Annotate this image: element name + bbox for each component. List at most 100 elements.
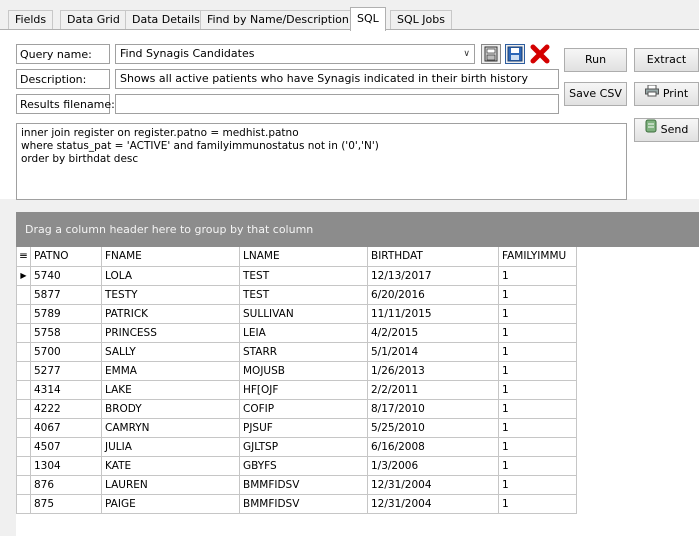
cell-birthdat[interactable]: 12/31/2004 (367, 493, 499, 514)
table-row[interactable]: 4314 LAKE HF[OJF 2/2/2011 1 (16, 379, 577, 400)
row-indicator[interactable] (16, 493, 31, 514)
cell-lname[interactable]: LEIA (239, 322, 368, 343)
cell-patno[interactable]: 4314 (30, 379, 102, 400)
cell-familyimmu[interactable]: 1 (498, 284, 577, 305)
table-row[interactable]: 5877 TESTY TEST 6/20/2016 1 (16, 284, 577, 305)
table-row[interactable]: 4067 CAMRYN PJSUF 5/25/2010 1 (16, 417, 577, 438)
query-name-combo[interactable]: Find Synagis Candidates ∨ (115, 44, 475, 64)
cell-patno[interactable]: 4507 (30, 436, 102, 457)
cell-familyimmu[interactable]: 1 (498, 436, 577, 457)
cell-familyimmu[interactable]: 1 (498, 265, 577, 286)
cell-familyimmu[interactable]: 1 (498, 493, 577, 514)
table-row[interactable]: 876 LAUREN BMMFIDSV 12/31/2004 1 (16, 474, 577, 495)
cell-fname[interactable]: JULIA (101, 436, 240, 457)
cell-birthdat[interactable]: 6/20/2016 (367, 284, 499, 305)
cell-familyimmu[interactable]: 1 (498, 341, 577, 362)
column-header-lname[interactable]: LNAME (239, 247, 368, 267)
cell-familyimmu[interactable]: 1 (498, 303, 577, 324)
column-header-birthdat[interactable]: BIRTHDAT (367, 247, 499, 267)
results-filename-field[interactable] (115, 94, 559, 114)
cell-birthdat[interactable]: 4/2/2015 (367, 322, 499, 343)
cell-lname[interactable]: COFIP (239, 398, 368, 419)
row-indicator[interactable] (16, 360, 31, 381)
cell-patno[interactable]: 5789 (30, 303, 102, 324)
cell-birthdat[interactable]: 12/13/2017 (367, 265, 499, 286)
cell-lname[interactable]: MOJUSB (239, 360, 368, 381)
cell-fname[interactable]: CAMRYN (101, 417, 240, 438)
cell-birthdat[interactable]: 1/3/2006 (367, 455, 499, 476)
cell-birthdat[interactable]: 2/2/2011 (367, 379, 499, 400)
tab-find-by-name[interactable]: Find by Name/Description (200, 10, 356, 30)
row-indicator[interactable] (16, 379, 31, 400)
table-row[interactable]: 4507 JULIA GJLTSP 6/16/2008 1 (16, 436, 577, 457)
cell-birthdat[interactable]: 1/26/2013 (367, 360, 499, 381)
table-row[interactable]: 1304 KATE GBYFS 1/3/2006 1 (16, 455, 577, 476)
table-row[interactable]: 5789 PATRICK SULLIVAN 11/11/2015 1 (16, 303, 577, 324)
table-row[interactable]: ▶ 5740 LOLA TEST 12/13/2017 1 (16, 265, 577, 286)
row-indicator[interactable] (16, 398, 31, 419)
table-row[interactable]: 5277 EMMA MOJUSB 1/26/2013 1 (16, 360, 577, 381)
cell-fname[interactable]: BRODY (101, 398, 240, 419)
cell-lname[interactable]: SULLIVAN (239, 303, 368, 324)
cell-familyimmu[interactable]: 1 (498, 379, 577, 400)
cell-patno[interactable]: 876 (30, 474, 102, 495)
cell-fname[interactable]: LAUREN (101, 474, 240, 495)
row-indicator[interactable] (16, 474, 31, 495)
cell-familyimmu[interactable]: 1 (498, 474, 577, 495)
cell-patno[interactable]: 4222 (30, 398, 102, 419)
cell-fname[interactable]: LAKE (101, 379, 240, 400)
column-header-familyimmu[interactable]: FAMILYIMMU (498, 247, 577, 267)
cell-lname[interactable]: BMMFIDSV (239, 474, 368, 495)
table-row[interactable]: 875 PAIGE BMMFIDSV 12/31/2004 1 (16, 493, 577, 514)
column-header-patno[interactable]: PATNO (30, 247, 102, 267)
table-row[interactable]: 5700 SALLY STARR 5/1/2014 1 (16, 341, 577, 362)
row-indicator[interactable] (16, 455, 31, 476)
cell-fname[interactable]: TESTY (101, 284, 240, 305)
column-header-fname[interactable]: FNAME (101, 247, 240, 267)
cell-patno[interactable]: 5758 (30, 322, 102, 343)
cell-fname[interactable]: KATE (101, 455, 240, 476)
save-as-icon[interactable] (505, 44, 525, 64)
cell-patno[interactable]: 5277 (30, 360, 102, 381)
cell-birthdat[interactable]: 5/1/2014 (367, 341, 499, 362)
cell-familyimmu[interactable]: 1 (498, 322, 577, 343)
cell-lname[interactable]: GJLTSP (239, 436, 368, 457)
row-indicator[interactable] (16, 417, 31, 438)
row-indicator[interactable] (16, 436, 31, 457)
cell-patno[interactable]: 5877 (30, 284, 102, 305)
cell-lname[interactable]: BMMFIDSV (239, 493, 368, 514)
tab-data-details[interactable]: Data Details (125, 10, 207, 30)
column-chooser-icon[interactable]: ≡ (16, 247, 31, 267)
cell-birthdat[interactable]: 8/17/2010 (367, 398, 499, 419)
group-by-panel[interactable]: Drag a column header here to group by th… (16, 212, 699, 247)
table-row[interactable]: 5758 PRINCESS LEIA 4/2/2015 1 (16, 322, 577, 343)
extract-button[interactable]: Extract (634, 48, 699, 72)
cell-birthdat[interactable]: 11/11/2015 (367, 303, 499, 324)
save-csv-button[interactable]: Save CSV (564, 82, 627, 106)
cell-fname[interactable]: PATRICK (101, 303, 240, 324)
sql-editor[interactable]: inner join register on register.patno = … (16, 123, 627, 200)
tab-fields[interactable]: Fields (8, 10, 54, 30)
row-indicator[interactable] (16, 284, 31, 305)
cell-familyimmu[interactable]: 1 (498, 398, 577, 419)
cell-lname[interactable]: HF[OJF (239, 379, 368, 400)
cell-patno[interactable]: 1304 (30, 455, 102, 476)
cell-fname[interactable]: PRINCESS (101, 322, 240, 343)
cell-familyimmu[interactable]: 1 (498, 360, 577, 381)
cell-lname[interactable]: STARR (239, 341, 368, 362)
chevron-down-icon[interactable]: ∨ (463, 45, 470, 63)
cell-patno[interactable]: 5740 (30, 265, 102, 286)
cell-birthdat[interactable]: 5/25/2010 (367, 417, 499, 438)
cell-fname[interactable]: EMMA (101, 360, 240, 381)
cell-fname[interactable]: SALLY (101, 341, 240, 362)
description-field[interactable]: Shows all active patients who have Synag… (115, 69, 559, 89)
current-row-indicator-icon[interactable]: ▶ (16, 265, 31, 286)
save-icon[interactable] (481, 44, 501, 64)
cell-familyimmu[interactable]: 1 (498, 455, 577, 476)
tab-data-grid[interactable]: Data Grid (60, 10, 127, 30)
cell-lname[interactable]: PJSUF (239, 417, 368, 438)
row-indicator[interactable] (16, 341, 31, 362)
cell-birthdat[interactable]: 12/31/2004 (367, 474, 499, 495)
cell-fname[interactable]: PAIGE (101, 493, 240, 514)
table-row[interactable]: 4222 BRODY COFIP 8/17/2010 1 (16, 398, 577, 419)
